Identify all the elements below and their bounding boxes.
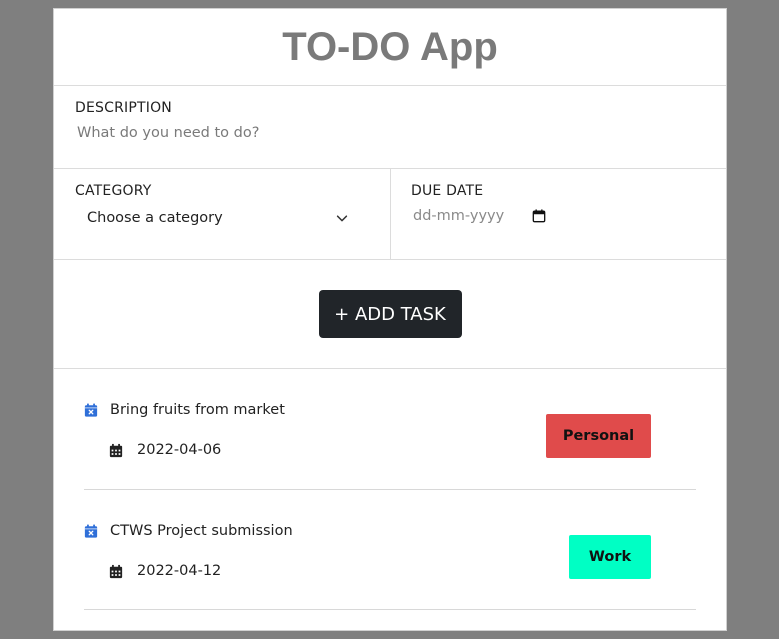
category-section: CATEGORY Choose a category bbox=[54, 169, 391, 259]
todo-card: TO-DO App DESCRIPTION CATEGORY Choose a … bbox=[53, 8, 727, 631]
calendar-x-icon[interactable] bbox=[84, 524, 98, 538]
task-date: 2022-04-12 bbox=[137, 563, 222, 579]
add-task-button[interactable]: + ADD TASK bbox=[318, 290, 462, 338]
task-title: Bring fruits from market bbox=[84, 402, 285, 418]
description-section: DESCRIPTION bbox=[54, 86, 726, 169]
description-input[interactable] bbox=[77, 125, 677, 141]
due-date-section: DUE DATE dd-mm-yyyy bbox=[391, 169, 726, 259]
task-list: Bring fruits from market 2022-04-06 Pers… bbox=[54, 369, 726, 610]
task-item: CTWS Project submission 2022-04-12 Work bbox=[84, 490, 696, 610]
header: TO-DO App bbox=[54, 9, 726, 86]
add-task-row: + ADD TASK bbox=[54, 260, 726, 369]
chevron-down-icon bbox=[336, 215, 348, 222]
category-badge-personal: Personal bbox=[546, 414, 651, 458]
task-due: 2022-04-12 bbox=[109, 563, 221, 579]
calendar-icon[interactable] bbox=[532, 209, 546, 223]
category-select-value: Choose a category bbox=[87, 210, 223, 226]
app-title: TO-DO App bbox=[282, 24, 498, 69]
task-name: Bring fruits from market bbox=[110, 402, 285, 418]
category-date-row: CATEGORY Choose a category DUE DATE dd-m… bbox=[54, 169, 726, 260]
task-due: 2022-04-06 bbox=[109, 442, 221, 458]
task-item: Bring fruits from market 2022-04-06 Pers… bbox=[84, 369, 696, 490]
category-select[interactable]: Choose a category bbox=[87, 210, 349, 226]
description-label: DESCRIPTION bbox=[75, 100, 172, 116]
task-date: 2022-04-06 bbox=[137, 442, 222, 458]
calendar-icon bbox=[109, 564, 123, 578]
calendar-x-icon[interactable] bbox=[84, 403, 98, 417]
task-name: CTWS Project submission bbox=[110, 523, 293, 539]
category-label: CATEGORY bbox=[75, 183, 152, 199]
due-date-label: DUE DATE bbox=[411, 183, 484, 199]
due-date-placeholder: dd-mm-yyyy bbox=[413, 208, 505, 224]
due-date-input[interactable]: dd-mm-yyyy bbox=[413, 208, 726, 224]
category-badge-work: Work bbox=[569, 535, 651, 579]
calendar-icon bbox=[109, 443, 123, 457]
task-title: CTWS Project submission bbox=[84, 523, 293, 539]
